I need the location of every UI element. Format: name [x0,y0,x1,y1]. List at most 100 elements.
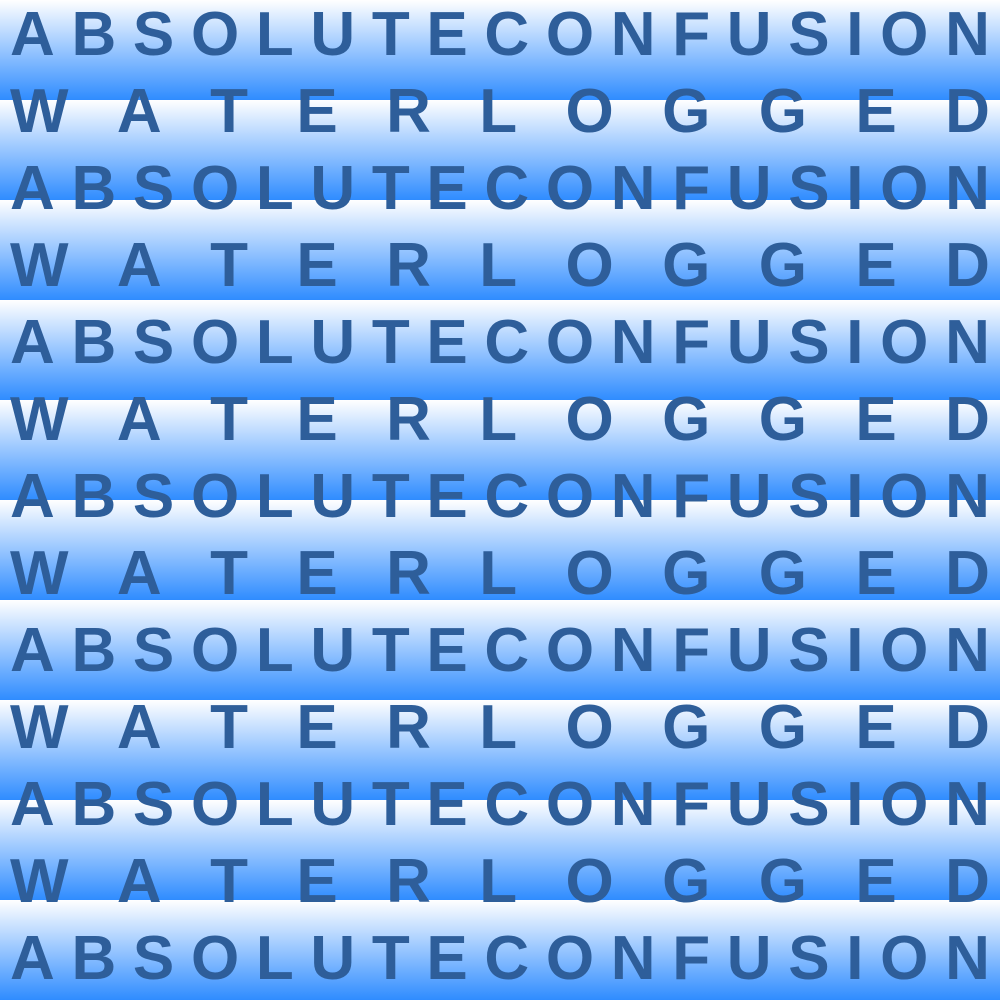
word-letter: I [846,0,864,69]
word-letter: W [10,385,69,454]
word-letter: C [484,308,530,377]
word-letter: O [190,770,240,839]
word-letter: O [190,308,240,377]
word-letter: O [880,154,929,223]
word-letter: O [190,462,240,531]
word-letter: T [371,154,410,223]
word-letter: T [210,231,248,300]
word-letter: C [484,616,530,685]
word-letter: S [132,308,175,377]
word-letter: G [662,385,711,454]
word-letter: T [371,0,410,69]
word-letter: E [426,308,468,377]
word-letter: O [565,77,614,146]
word-letter: U [310,154,356,223]
word-letter: G [758,847,808,916]
word-letter: S [788,308,830,377]
word-letter: L [479,231,518,300]
word-letter: L [479,693,518,762]
word-letter: S [132,616,175,685]
word-letter: L [255,924,294,993]
word-row-secondary: WATERLOGGED [0,688,1000,768]
word-letter: T [371,924,410,993]
word-letter: O [565,693,614,762]
word-letter: E [296,847,338,916]
word-letter: I [846,154,864,223]
word-letter: A [10,770,55,839]
word-letter: U [726,0,772,69]
word-letter: A [116,231,162,300]
word-letter: O [565,539,614,608]
word-letter: A [116,77,162,146]
word-pattern-canvas: ABSOLUTECONFUSIONWATERLOGGEDABSOLUTECONF… [0,0,1000,1000]
word-letter: E [296,385,338,454]
word-letter: F [672,154,711,223]
word-letter: W [10,77,69,146]
word-letter: A [10,462,55,531]
word-letter: N [945,308,990,377]
word-letter: N [945,616,990,685]
word-letter: C [484,462,530,531]
word-letter: E [426,616,468,685]
word-letter: B [71,770,117,839]
word-letter: E [426,0,468,69]
word-letter: L [255,770,294,839]
word-letter: O [190,924,240,993]
word-letter: O [880,308,929,377]
word-letter: S [132,0,175,69]
word-letter: U [310,462,356,531]
word-letter: E [855,231,897,300]
word-row-secondary: WATERLOGGED [0,72,1000,152]
word-letter: A [10,154,55,223]
word-letter: C [484,0,530,69]
word-letter: F [672,462,711,531]
word-letter: D [945,385,990,454]
word-letter: S [788,770,830,839]
word-letter: T [371,616,410,685]
word-row-primary: ABSOLUTECONFUSION [0,0,1000,75]
word-letter: E [855,693,897,762]
word-row-primary: ABSOLUTECONFUSION [0,765,1000,845]
word-letter: W [10,693,69,762]
word-letter: N [610,154,656,223]
word-letter: N [945,462,990,531]
word-letter: L [255,0,294,69]
word-letter: N [945,770,990,839]
word-letter: G [758,539,808,608]
word-letter: E [426,924,468,993]
word-letter: D [945,77,990,146]
word-letter: R [386,77,431,146]
word-letter: L [255,462,294,531]
word-letter: O [190,0,240,69]
word-letter: U [310,616,356,685]
word-letter: U [310,0,356,69]
word-letter: N [610,770,656,839]
word-letter: O [545,154,595,223]
word-letter: N [610,308,656,377]
word-letter: C [484,770,530,839]
word-letter: O [190,154,240,223]
word-letter: E [296,231,338,300]
word-letter: T [371,462,410,531]
word-letter: L [479,77,518,146]
word-letter: F [672,770,711,839]
word-letter: O [565,385,614,454]
word-letter: L [479,385,518,454]
word-letter: B [71,154,117,223]
word-letter: U [726,616,772,685]
word-letter: O [880,616,929,685]
word-letter: T [210,693,248,762]
word-letter: G [662,231,711,300]
word-letter: O [545,616,595,685]
word-letter: U [726,770,772,839]
word-row-secondary: WATERLOGGED [0,534,1000,614]
word-letter: E [426,462,468,531]
word-letter: L [255,616,294,685]
word-letter: S [788,154,830,223]
word-letter: U [310,770,356,839]
word-letter: G [662,539,711,608]
word-letter: F [672,616,711,685]
word-letter: T [210,539,248,608]
word-letter: G [662,77,711,146]
word-letter: T [210,847,248,916]
